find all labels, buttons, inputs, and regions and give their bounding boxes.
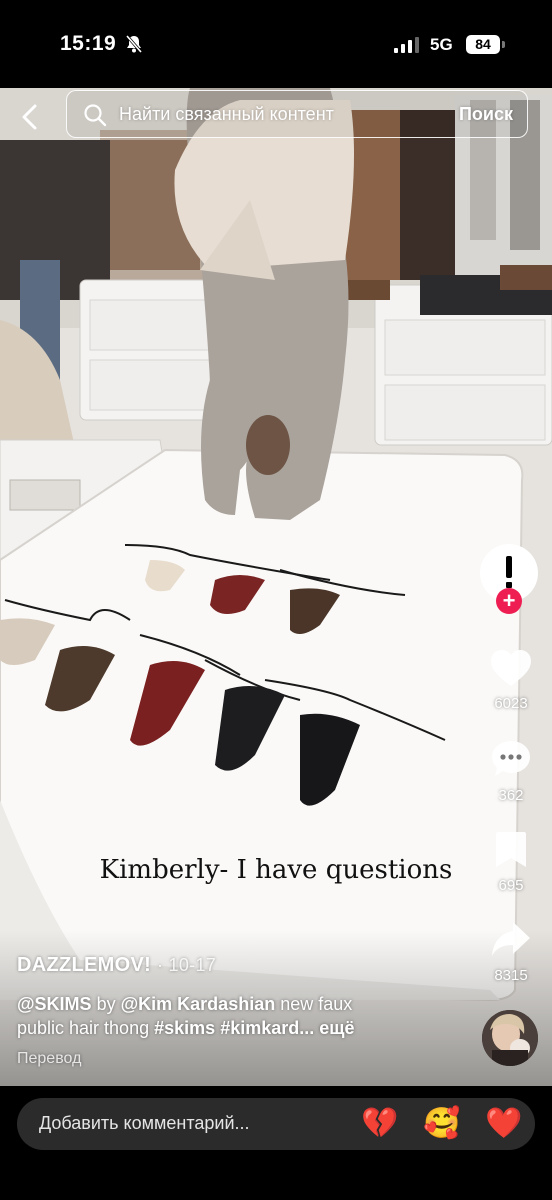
music-disc-avatar[interactable] [482,1010,538,1066]
mention-creator[interactable]: @Kim Kardashian [121,994,276,1014]
share-button[interactable]: 8315 [484,918,538,984]
share-icon [492,922,530,956]
search-button[interactable]: Поиск [459,104,513,125]
heart-icon [491,650,531,686]
like-button[interactable]: 6023 [484,648,538,712]
broken-heart-emoji[interactable]: 💔 [361,1106,398,1142]
post-date: · 10-17 [156,955,217,975]
author-line: DAZZLEMOV! · 10-17 [17,954,216,977]
follow-button[interactable]: + [496,588,522,614]
comment-count: 362 [498,787,524,804]
comment-button[interactable]: 362 [484,738,538,804]
search-placeholder: Найти связанный контент [119,104,334,124]
mention-skims[interactable]: @SKIMS [17,994,92,1014]
comment-icon [492,741,530,776]
video-player[interactable] [0,88,552,1086]
post-description[interactable]: @SKIMS by @Kim Kardashian new faux publi… [17,992,467,1040]
comment-placeholder: Добавить комментарий... [39,1113,250,1133]
by-word: by [96,994,116,1014]
signal-icon [394,37,419,53]
battery-tip [502,41,505,48]
video-caption-overlay: Kimberly- I have questions [99,855,453,885]
search-input[interactable]: Найти связанный контент Поиск [66,90,528,138]
music-avatar-image [482,1010,538,1066]
share-count: 8315 [494,967,528,984]
author-name[interactable]: DAZZLEMOV! [17,954,151,976]
more-link[interactable]: ещё [319,1018,354,1038]
status-time: 15:19 [60,32,117,55]
hashtag-skims[interactable]: #skims [154,1018,215,1038]
video-frame [0,88,552,1086]
battery-indicator: 84 [466,35,500,54]
network-label: 5G [430,35,453,54]
bell-slash-icon [125,35,143,53]
comment-input[interactable]: Добавить комментарий... 💔 🥰 ❤️ [17,1098,535,1150]
smiling-hearts-emoji[interactable]: 🥰 [423,1106,460,1142]
red-heart-emoji[interactable]: ❤️ [485,1106,522,1142]
comment-bar: Добавить комментарий... 💔 🥰 ❤️ [0,1086,552,1200]
back-button[interactable] [14,100,48,134]
search-icon [84,104,107,127]
like-count: 6023 [494,695,528,712]
status-bar: 15:19 5G 84 [0,0,552,88]
description-text-2: public hair thong [17,1018,150,1038]
hashtag-kimkard[interactable]: #kimkard... [220,1018,314,1038]
translate-link[interactable]: Перевод [17,1050,81,1068]
description-text-1: new faux [280,994,353,1014]
